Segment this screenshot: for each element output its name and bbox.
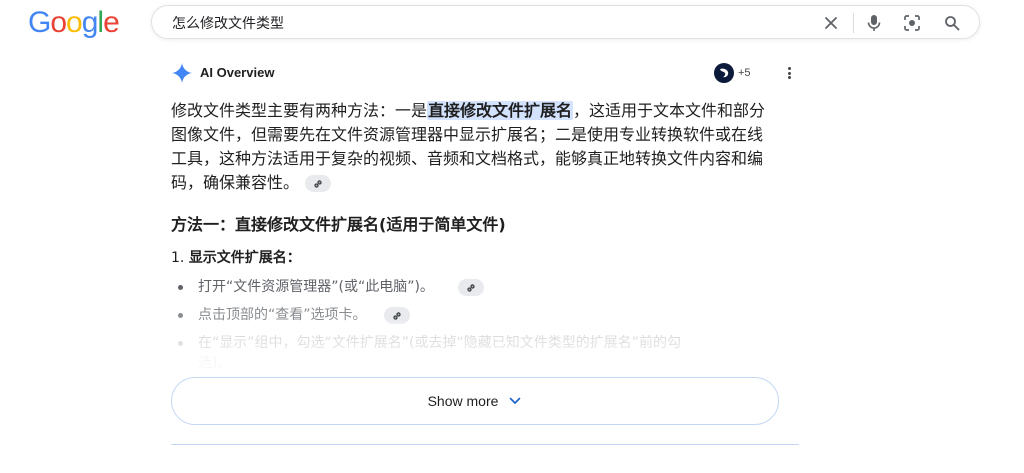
logo-letter: g [81,6,99,39]
summary-text-start: 修改文件类型主要有两种方法：一是 [171,101,428,120]
google-logo[interactable]: Google [28,6,120,40]
sources-button[interactable]: +5 [714,63,751,83]
step-title: 显示文件扩展名： [188,250,301,266]
method-heading: 方法一：直接修改文件扩展名(适用于简单文件) [171,215,506,234]
search-icon[interactable] [942,13,962,33]
section-divider [171,444,799,445]
citation-link-icon[interactable] [305,175,332,192]
more-options-icon[interactable] [782,65,796,81]
ai-overview-title: AI Overview [200,65,275,80]
bullet-dot [178,313,183,318]
overview-summary: 修改文件类型主要有两种方法：一是直接修改文件扩展名，这适用于文本文件和部分图像文… [171,99,776,195]
chevron-down-icon [510,397,521,404]
summary-highlight: 直接修改文件扩展名 [427,101,574,120]
search-box[interactable] [151,5,980,39]
list-item-text: 打开“文件资源管理器”(或“此电脑”)。 [198,279,434,295]
microphone-icon[interactable] [864,13,884,33]
header: Google [0,0,1024,46]
lens-icon[interactable] [902,13,922,33]
step-number: 1. [171,250,185,266]
search-divider [853,13,854,33]
logo-letter: o [50,6,67,39]
close-icon[interactable] [821,13,841,33]
search-input[interactable] [172,12,792,34]
show-more-label: Show more [427,393,499,409]
source-avatar [714,63,734,83]
sources-count: +5 [738,67,751,79]
gemini-sparkle-icon [172,63,192,83]
show-more-button[interactable]: Show more [171,377,779,425]
step-heading: 1. 显示文件扩展名： [171,247,301,267]
ai-overview-header: AI Overview +5 [171,62,799,84]
logo-letter: o [66,6,83,39]
bullet-dot [178,285,183,290]
source-logo-icon [720,68,729,78]
citation-link-icon[interactable] [458,279,484,296]
logo-letter: e [103,6,120,39]
fade-overlay [171,321,799,381]
logo-letter: G [28,6,51,39]
